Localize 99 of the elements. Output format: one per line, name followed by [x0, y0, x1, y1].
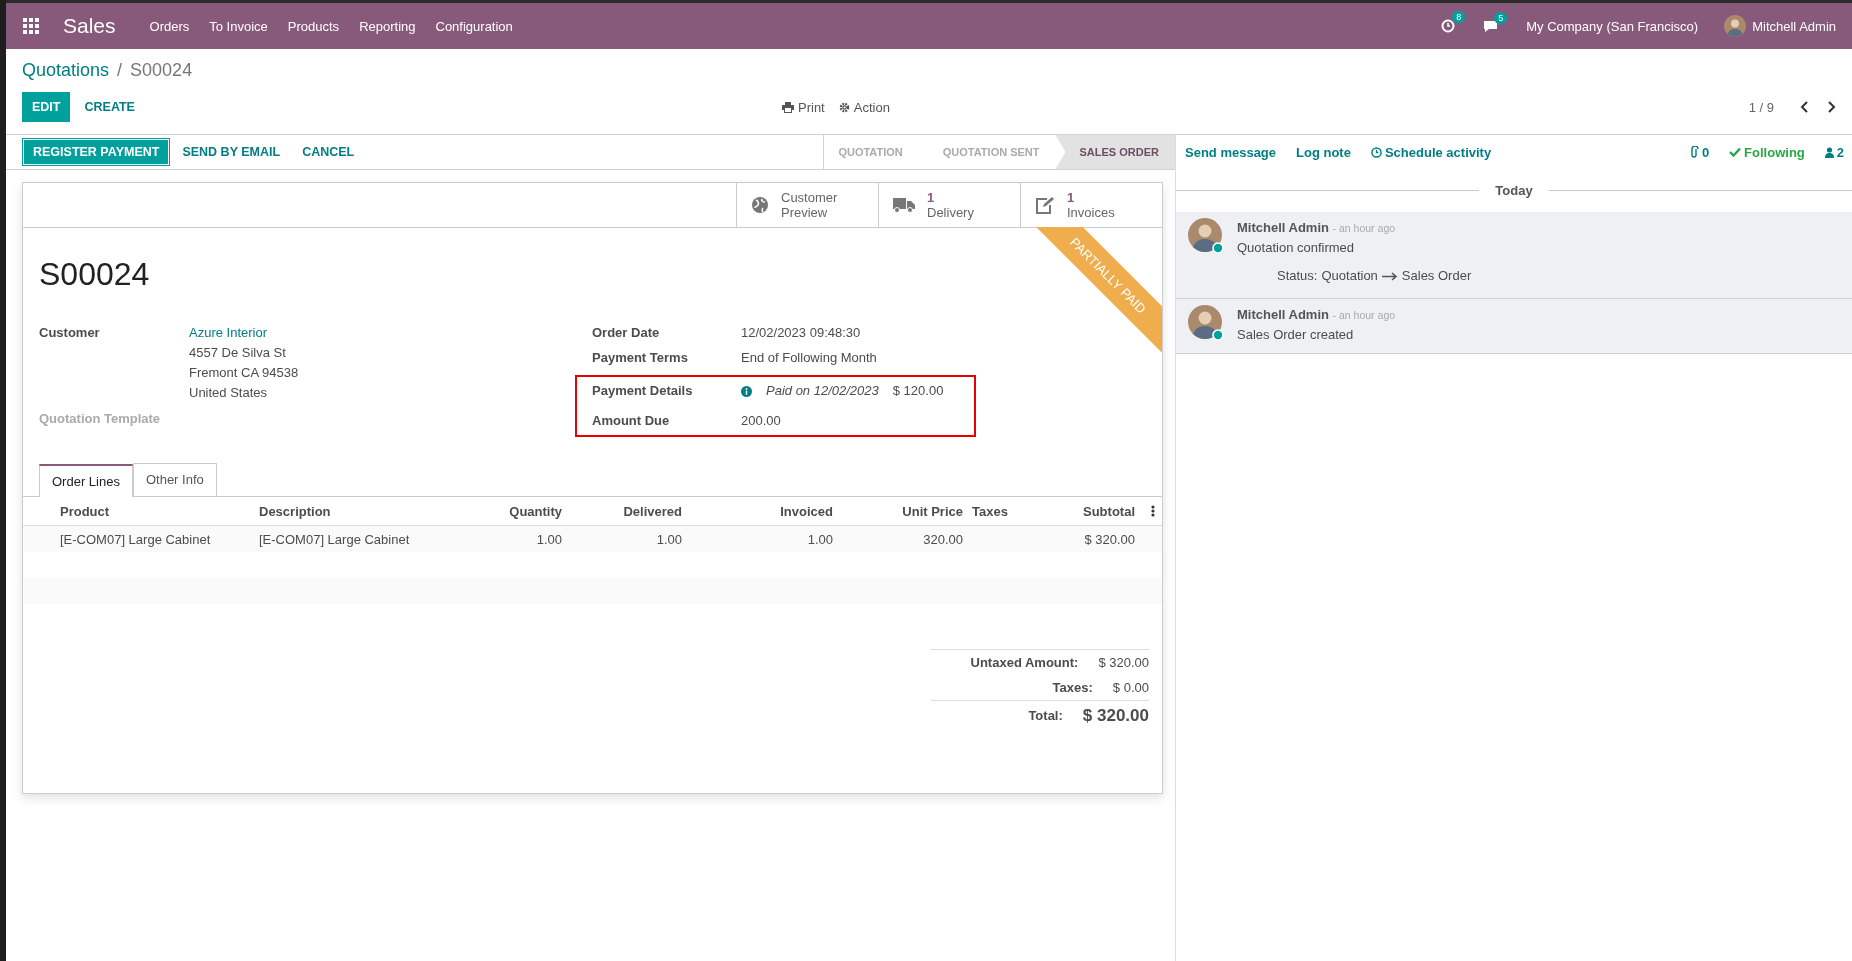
total-label: Taxes:	[1052, 679, 1093, 697]
column-header[interactable]: Unit Price	[842, 503, 972, 519]
arrow-right-icon	[1381, 271, 1398, 281]
notebook-tab[interactable]: Order Lines	[39, 464, 133, 497]
user-avatar-icon[interactable]	[1724, 15, 1747, 37]
table-cell: 1.00	[536, 531, 562, 547]
table-row[interactable]: [E-COM07] Large Cabinet [E-COM07] Large Cabinet 1.00 1.00 1.00 320.00 $ 320.00	[23, 526, 1162, 552]
total-label: Untaxed Amount:	[970, 654, 1079, 672]
address-line: United States	[189, 384, 269, 402]
field-label: Payment Details	[592, 382, 694, 400]
message-time: - an hour ago	[1332, 309, 1396, 321]
menu-item[interactable]: To Invoice	[209, 18, 268, 34]
payment-amount: $ 120.00	[892, 382, 944, 400]
date-separator: Today	[1494, 183, 1534, 198]
status-stage[interactable]: SALES ORDER	[1055, 135, 1175, 169]
info-icon[interactable]	[741, 385, 752, 397]
table-cell: $ 320.00	[1084, 531, 1135, 547]
message-count: 5	[1494, 11, 1508, 24]
clock-icon	[1370, 146, 1382, 158]
field-label: Customer	[39, 324, 101, 342]
column-header[interactable]: Taxes	[972, 503, 1042, 519]
globe-icon	[751, 196, 769, 214]
breadcrumb-current: S00024	[130, 59, 193, 81]
payment-date: Paid on 12/02/2023	[766, 382, 879, 400]
truck-icon	[893, 197, 915, 213]
action-button[interactable]: Action	[838, 99, 890, 115]
breadcrumb-separator: /	[117, 59, 123, 81]
message-time: - an hour ago	[1332, 222, 1396, 234]
menu-item[interactable]: Products	[287, 18, 340, 34]
app-name[interactable]: Sales	[63, 14, 116, 38]
user-menu[interactable]: Mitchell Admin	[1752, 18, 1836, 34]
column-header[interactable]: Invoiced	[691, 503, 842, 519]
person-icon	[1824, 146, 1834, 158]
send-message-button[interactable]: Send message	[1185, 144, 1277, 160]
total-value: $ 0.00	[1112, 679, 1149, 697]
activity-icon[interactable]	[1441, 19, 1456, 33]
message-author[interactable]: Mitchell Admin	[1237, 220, 1329, 235]
schedule-activity-button[interactable]: Schedule activity	[1370, 144, 1492, 160]
field-value: End of Following Month	[741, 349, 877, 367]
field-label: Quotation Template	[39, 411, 162, 426]
paperclip-icon	[1689, 146, 1699, 158]
avatar-icon	[1188, 218, 1224, 254]
previous-icon[interactable]	[1800, 101, 1810, 113]
more-options-icon[interactable]	[1151, 505, 1155, 517]
form-action-button[interactable]: REGISTER PAYMENT	[22, 138, 171, 166]
menu-item[interactable]: Configuration	[435, 18, 513, 34]
notebook-tab[interactable]: Other Info	[132, 463, 217, 496]
table-cell: [E-COM07] Large Cabinet	[60, 531, 211, 547]
chat-icon[interactable]	[1483, 19, 1499, 33]
field-label: Order Date	[592, 324, 661, 342]
message-body: Sales Order created	[1237, 326, 1355, 344]
form-action-button[interactable]: SEND BY EMAIL	[172, 138, 291, 166]
log-note-button[interactable]: Log note	[1296, 144, 1351, 160]
settings-icon	[838, 101, 850, 113]
create-button[interactable]: CREATE	[74, 92, 145, 122]
column-header[interactable]: Delivered	[571, 503, 691, 519]
smart-button[interactable]: 1 Invoices	[1020, 183, 1162, 227]
field-value: 200.00	[741, 412, 781, 430]
pager-value: 1 / 9	[1748, 99, 1774, 115]
table-cell: 1.00	[656, 531, 682, 547]
company-switcher[interactable]: My Company (San Francisco)	[1526, 18, 1699, 34]
smart-button[interactable]: 1 Delivery	[878, 183, 1020, 227]
column-header[interactable]: Quantity	[449, 503, 571, 519]
total-value: $ 320.00	[1098, 654, 1149, 672]
attachments-button[interactable]: 0	[1689, 144, 1710, 160]
edit-button[interactable]: EDIT	[22, 92, 71, 122]
activity-count: 8	[1452, 11, 1466, 23]
printer-icon	[782, 101, 794, 113]
table-cell: 320.00	[923, 531, 963, 547]
column-header[interactable]: Subtotal	[1042, 503, 1144, 519]
field-label: Amount Due	[592, 412, 671, 430]
form-action-button[interactable]: CANCEL	[292, 138, 365, 166]
total-value: $ 320.00	[1082, 705, 1149, 727]
followers-button[interactable]: 2	[1824, 144, 1844, 160]
smart-button[interactable]: Customer Preview	[736, 183, 878, 227]
message-body: Quotation confirmed	[1237, 239, 1356, 257]
table-cell: [E-COM07] Large Cabinet	[259, 531, 410, 547]
message-author[interactable]: Mitchell Admin	[1237, 307, 1329, 322]
field-value: 12/02/2023 09:48:30	[741, 324, 861, 342]
column-header[interactable]: Description	[259, 503, 449, 519]
tracking-change: Status: Quotation Sales Order	[1277, 267, 1472, 285]
print-button[interactable]: Print	[782, 99, 825, 115]
total-label: Total:	[1028, 707, 1063, 725]
next-icon[interactable]	[1826, 101, 1836, 113]
check-icon	[1729, 147, 1742, 157]
breadcrumb-link[interactable]: Quotations	[22, 59, 110, 81]
column-header[interactable]: Product	[60, 503, 259, 519]
table-cell: 1.00	[807, 531, 833, 547]
customer-link[interactable]: Azure Interior	[189, 323, 299, 343]
menu-item[interactable]: Reporting	[359, 18, 416, 34]
avatar-icon	[1188, 305, 1224, 341]
edit-icon	[1035, 196, 1055, 214]
following-button[interactable]: Following	[1729, 144, 1805, 160]
address-line: Fremont CA 94538	[189, 364, 299, 382]
apps-menu-icon[interactable]	[23, 18, 39, 34]
order-number: S00024	[39, 256, 150, 293]
field-label: Payment Terms	[592, 349, 689, 367]
menu-item[interactable]: Orders	[149, 18, 190, 34]
address-line: 4557 De Silva St	[189, 344, 287, 362]
